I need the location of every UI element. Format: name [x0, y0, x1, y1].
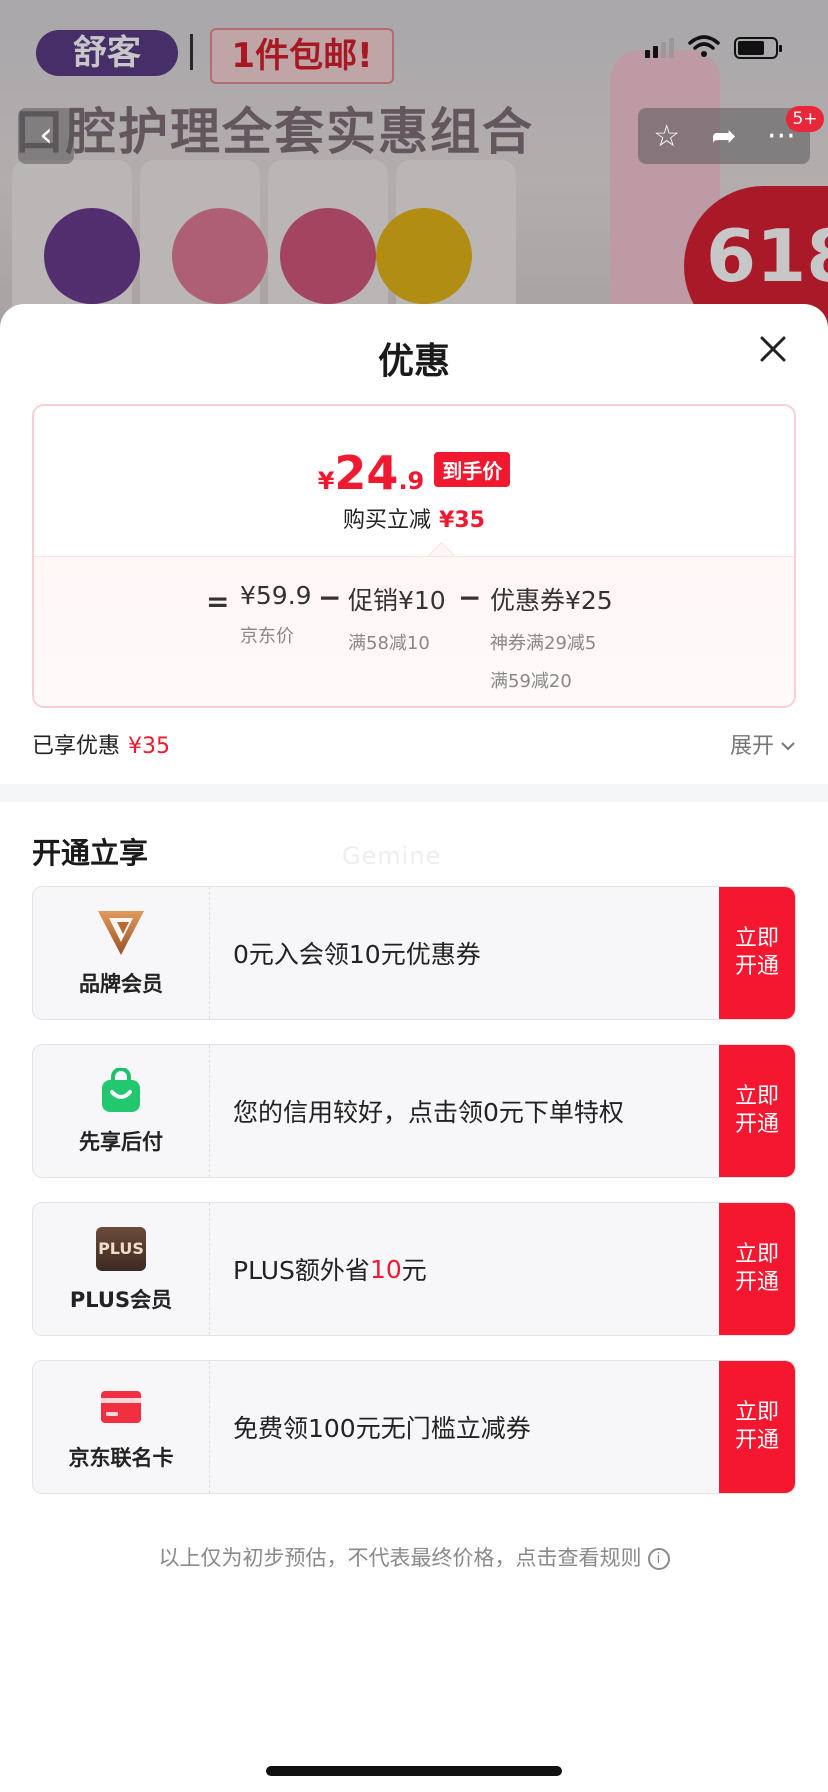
enjoyed-label: 已享优惠 [32, 734, 121, 759]
open-now-button[interactable]: 立即 开通 [719, 1361, 795, 1493]
cta-line-2: 开通 [734, 954, 779, 979]
cta-line-2: 开通 [734, 1112, 779, 1137]
watermark: Gemine [342, 842, 442, 870]
open-now-button[interactable]: 立即 开通 [719, 887, 795, 1019]
rules-footnote[interactable]: 以上仅为初步预估，不代表最终价格，点击查看规则 i [0, 1542, 828, 1572]
final-price: ¥ 24 .9 到手价 [34, 446, 794, 500]
nav-action-group: ☆ ➦ ··· [638, 108, 810, 164]
final-price-tag: 到手价 [434, 451, 511, 487]
close-icon[interactable] [758, 334, 788, 364]
card-label-area: 先享后付 [33, 1045, 210, 1177]
coupon-rule-1: 神券满29减5 [490, 633, 597, 654]
card-description: 您的信用较好，点击领0元下单特权 [233, 1098, 624, 1127]
battery-icon [734, 37, 782, 59]
expand-label: 展开 [729, 734, 774, 759]
open-now-button[interactable]: 立即 开通 [719, 1045, 795, 1177]
jd-price: ¥59.9 [240, 581, 312, 610]
plus-member-card[interactable]: PLUS PLUS会员 PLUS额外省 10 元 立即开通 [32, 1202, 796, 1336]
promo-discount: 促销¥10 [348, 586, 446, 615]
pay-later-card[interactable]: 先享后付 您的信用较好，点击领0元下单特权 立即开通 [32, 1044, 796, 1178]
equals-sign: = [206, 585, 230, 618]
price-breakdown-card: ¥ 24 .9 到手价 购买立减 ¥35 = ¥59.9 京东价 − 促销¥10 … [32, 404, 796, 708]
card-name: 京东联名卡 [68, 1446, 174, 1470]
card-name: 品牌会员 [79, 972, 163, 996]
status-bar [645, 34, 782, 62]
cta-line-1: 立即 [734, 1084, 779, 1109]
enjoyed-value: ¥35 [128, 734, 171, 759]
card-name: PLUS会员 [69, 1288, 173, 1312]
product-page-background: 舒客 1件包邮! 口腔护理全套实惠组合 618 ‹ ☆ ➦ ··· 5+ [0, 0, 828, 330]
promo-rule: 满58减10 [348, 633, 430, 654]
final-price-section: ¥ 24 .9 到手价 购买立减 ¥35 [34, 406, 794, 556]
card-label-area: 京东联名卡 [33, 1361, 210, 1493]
home-indicator[interactable] [266, 1766, 562, 1776]
desc-prefix: PLUS额外省 [233, 1256, 370, 1285]
footnote-text: 以上仅为初步预估，不代表最终价格，点击查看规则 [158, 1546, 642, 1570]
enjoyed-discount: 已享优惠 ¥35 [32, 728, 170, 760]
cta-line-2: 开通 [734, 1270, 779, 1295]
card-description: 0元入会领10元优惠券 [233, 940, 481, 969]
currency-symbol: ¥ [317, 467, 335, 495]
brand-member-card[interactable]: 品牌会员 0元入会领10元优惠券 立即开通 [32, 886, 796, 1020]
discount-sheet: 优惠 ¥ 24 .9 到手价 购买立减 ¥35 = ¥59.9 京东价 − 促销… [0, 304, 828, 1792]
cta-line-1: 立即 [734, 1400, 779, 1425]
cta-line-2: 开通 [734, 1428, 779, 1453]
brand-member-icon [96, 908, 146, 958]
sheet-title: 优惠 [377, 341, 450, 382]
open-section-title: 开通立享 [32, 836, 149, 870]
final-price-decimal: .9 [398, 467, 425, 495]
coupon-discount: 优惠券¥25 [490, 586, 613, 615]
wifi-icon [688, 34, 720, 62]
cta-line-1: 立即 [734, 1242, 779, 1267]
message-count-badge: 5+ [786, 106, 824, 132]
coupon-rule-2: 满59减20 [490, 671, 572, 692]
plus-badge-icon: PLUS [96, 1224, 146, 1274]
promo-column: 促销¥10 满58减10 [348, 581, 446, 655]
share-icon[interactable]: ➦ [702, 119, 746, 154]
credit-card-icon [96, 1382, 146, 1432]
pay-later-bag-icon [96, 1066, 146, 1116]
minus-sign: − [458, 581, 482, 614]
open-now-button[interactable]: 立即 开通 [719, 1203, 795, 1335]
card-description: 免费领100元无门槛立减券 [233, 1414, 531, 1443]
card-name: 先享后付 [79, 1130, 163, 1154]
card-label-area: 品牌会员 [33, 887, 210, 1019]
card-description: PLUS额外省 10 元 [233, 1203, 427, 1335]
reduction-value: ¥35 [439, 508, 485, 533]
jd-price-column: ¥59.9 京东价 [240, 581, 312, 648]
jd-price-label: 京东价 [240, 626, 294, 647]
desc-suffix: 元 [401, 1256, 427, 1285]
cta-line-1: 立即 [734, 926, 779, 951]
co-branded-card-card[interactable]: 京东联名卡 免费领100元无门槛立减券 立即开通 [32, 1360, 796, 1494]
plus-badge-text: PLUS [96, 1227, 146, 1271]
expand-button[interactable]: 展开 [730, 728, 796, 760]
star-icon[interactable]: ☆ [645, 119, 689, 154]
card-label-area: PLUS PLUS会员 [33, 1203, 210, 1335]
info-icon[interactable]: i [647, 1548, 670, 1570]
chevron-down-icon [780, 732, 796, 757]
reduction-label: 购买立减 [343, 508, 432, 533]
back-arrow-icon[interactable]: ‹ [18, 108, 74, 164]
price-calculation: = ¥59.9 京东价 − 促销¥10 满58减10 − 优惠券¥25 神券满2… [34, 556, 794, 706]
final-price-integer: 24 [334, 446, 399, 500]
purchase-reduction: 购买立减 ¥35 [34, 502, 794, 534]
section-divider [0, 784, 828, 802]
minus-sign: − [318, 581, 342, 614]
coupon-column: 优惠券¥25 神券满29减5 满59减20 [490, 581, 613, 693]
signal-icon [645, 38, 674, 58]
desc-highlight: 10 [369, 1254, 402, 1284]
